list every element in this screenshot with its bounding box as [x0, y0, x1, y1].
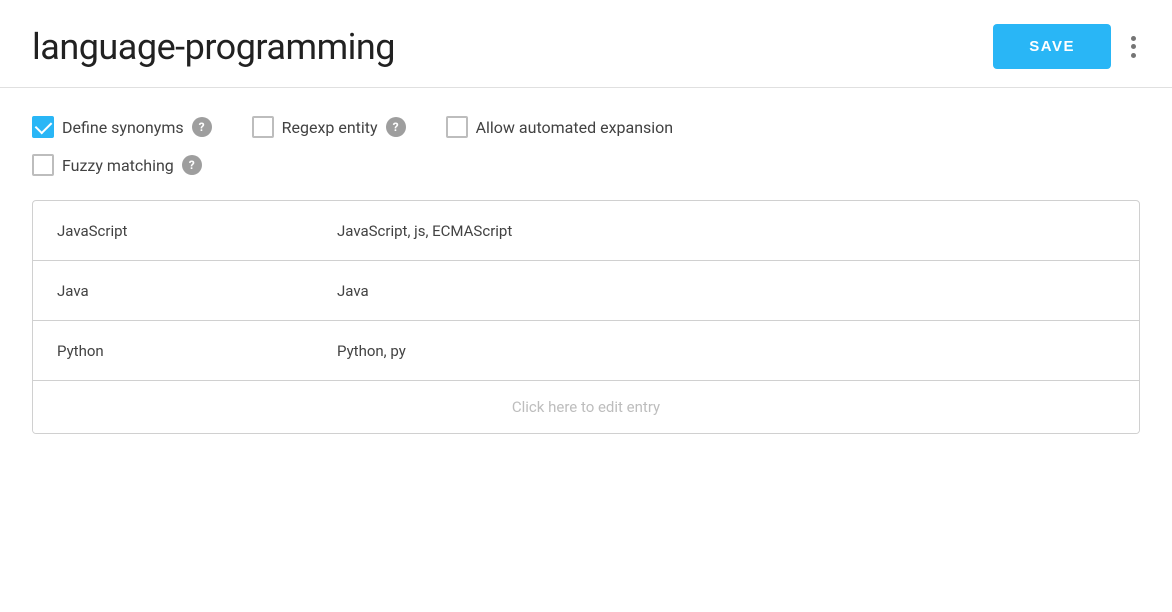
table-row[interactable]: Java Java — [33, 261, 1139, 321]
save-button[interactable]: SAVE — [993, 24, 1111, 69]
define-synonyms-group: Define synonyms ? — [32, 116, 212, 138]
allow-automated-expansion-checkbox[interactable] — [446, 116, 468, 138]
table-row[interactable]: JavaScript JavaScript, js, ECMAScript — [33, 201, 1139, 261]
regexp-entity-label: Regexp entity — [282, 118, 378, 137]
more-dot-3 — [1131, 53, 1136, 58]
table-cell-value: Java — [313, 266, 1139, 316]
synonyms-table: JavaScript JavaScript, js, ECMAScript Ja… — [32, 200, 1140, 434]
define-synonyms-checkbox[interactable] — [32, 116, 54, 138]
table-row[interactable]: Python Python, py — [33, 321, 1139, 381]
more-dot-2 — [1131, 44, 1136, 49]
regexp-entity-checkbox[interactable] — [252, 116, 274, 138]
fuzzy-matching-label: Fuzzy matching — [62, 156, 174, 175]
fuzzy-matching-checkbox[interactable] — [32, 154, 54, 176]
add-entry-label: Click here to edit entry — [512, 398, 660, 416]
page: language-programming SAVE Define synonym… — [0, 0, 1172, 612]
header-actions: SAVE — [993, 24, 1140, 69]
options-row-2: Fuzzy matching ? — [0, 154, 1172, 200]
table-cell-key: Python — [33, 326, 313, 376]
page-title: language-programming — [32, 26, 395, 68]
define-synonyms-help-icon[interactable]: ? — [192, 117, 212, 137]
allow-automated-expansion-label: Allow automated expansion — [476, 118, 674, 137]
add-entry-row[interactable]: Click here to edit entry — [33, 381, 1139, 433]
more-dot-1 — [1131, 36, 1136, 41]
more-options-icon[interactable] — [1127, 30, 1140, 64]
table-cell-value: Python, py — [313, 326, 1139, 376]
options-row-1: Define synonyms ? Regexp entity ? Allow … — [0, 88, 1172, 154]
table-cell-key: JavaScript — [33, 206, 313, 256]
table-cell-key: Java — [33, 266, 313, 316]
fuzzy-matching-help-icon[interactable]: ? — [182, 155, 202, 175]
table-cell-value: JavaScript, js, ECMAScript — [313, 206, 1139, 256]
define-synonyms-label: Define synonyms — [62, 118, 184, 137]
header: language-programming SAVE — [0, 0, 1172, 88]
allow-automated-expansion-group: Allow automated expansion — [446, 116, 674, 138]
regexp-entity-group: Regexp entity ? — [252, 116, 406, 138]
regexp-entity-help-icon[interactable]: ? — [386, 117, 406, 137]
